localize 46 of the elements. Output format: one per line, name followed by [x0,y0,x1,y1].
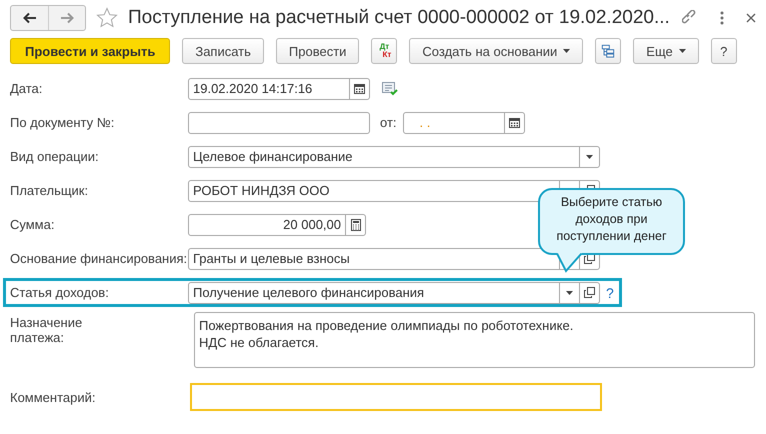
forward-arrow-icon [60,12,74,24]
caret-icon [563,49,570,53]
link-icon[interactable] [682,10,698,26]
select-field[interactable]: Получение целевого финансирования [188,282,600,304]
field-label: Вид операции: [10,149,100,164]
calendar-icon [508,117,520,128]
comment-field[interactable] [190,383,602,411]
amount-field[interactable]: 20 000,00 [188,214,366,236]
field-label: По документу №: [10,115,116,130]
caret-icon [566,290,573,294]
field-label: Комментарий: [10,390,96,404]
document-number-field[interactable] [188,112,370,134]
dt-kt-button[interactable]: Дт Кт [371,38,398,64]
field-label: Назначение платежа: [10,314,84,347]
close-icon[interactable] [746,13,756,23]
caret-icon [678,49,686,53]
star-icon[interactable] [96,7,118,29]
open-icon [584,253,595,264]
field-label: Статья доходов: [10,285,110,300]
menu-button[interactable]: Создать на основании [409,38,584,64]
hint-tooltip: Выберите статью доходов при поступлении денег [538,188,685,255]
toolbar-button[interactable]: Провести [276,38,360,64]
help-link[interactable]: ? [606,284,614,300]
field-label: Основание финансирования: [10,251,188,266]
menu-button[interactable]: Еще [633,38,699,64]
tooltip-pointer [554,253,584,273]
select-field[interactable]: Целевое финансирование [188,146,600,168]
calculator-icon [350,218,360,230]
payment-purpose-field[interactable]: Пожертвования на проведение олимпиады по робототехнике. НДС не облагается. [194,312,755,368]
date-label: от: [380,115,397,130]
toolbar-button[interactable]: ? [710,38,737,64]
caret-icon [586,154,593,158]
back-arrow-icon [22,12,36,24]
date-field[interactable]: 19.02.2020 14:17:16 [188,78,370,100]
post-and-close-button[interactable]: Провести и закрыть [10,38,170,64]
field-label: Плательщик: [10,183,90,198]
select-field[interactable]: Гранты и целевые взносы [188,248,600,270]
field-label: Сумма: [10,217,56,232]
structure-icon [601,43,616,59]
calendar-icon [354,83,365,94]
open-icon [584,287,595,298]
field-label: Дата: [10,81,44,96]
toolbar-button[interactable]: Записать [182,38,264,64]
more-icon[interactable] [720,11,724,25]
structure-button[interactable] [595,38,622,64]
window-title: Поступление на расчетный счет 0000-000002 от 19.02.2020... [128,7,671,29]
